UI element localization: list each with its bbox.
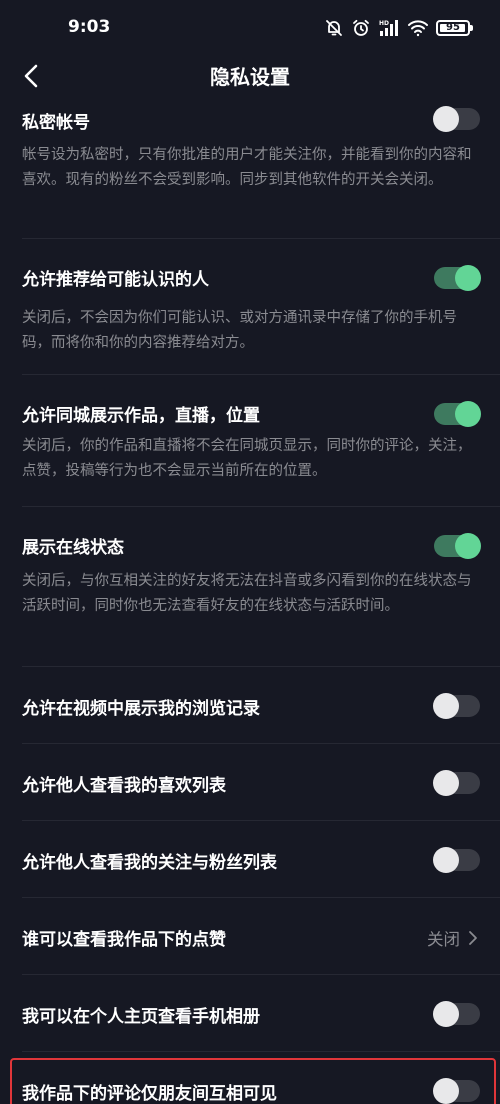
- setting-phone-album[interactable]: 我可以在个人主页查看手机相册: [0, 975, 500, 1052]
- chevron-right-icon: [469, 931, 477, 945]
- recommend-to-known-toggle[interactable]: [434, 265, 481, 291]
- private-account-toggle[interactable]: [433, 106, 480, 132]
- setting-title: 允许同城展示作品，直播，位置: [22, 406, 260, 426]
- setting-title: 允许推荐给可能认识的人: [22, 270, 209, 290]
- likes-list-toggle[interactable]: [433, 770, 480, 796]
- setting-title: 私密帐号: [22, 113, 90, 133]
- setting-title: 允许他人查看我的关注与粉丝列表: [22, 853, 277, 873]
- who-can-see-likes-value[interactable]: 关闭: [427, 926, 478, 950]
- setting-follow-list[interactable]: 允许他人查看我的关注与粉丝列表: [0, 821, 500, 898]
- same-city-toggle[interactable]: [434, 401, 481, 427]
- setting-title: 我可以在个人主页查看手机相册: [22, 1007, 260, 1027]
- status-icons: HD 95: [324, 17, 473, 39]
- browse-history-toggle[interactable]: [433, 693, 480, 719]
- nav-bar: 隐私设置: [0, 56, 500, 96]
- status-time: 9:03: [68, 17, 111, 37]
- setting-browse-history[interactable]: 允许在视频中展示我的浏览记录: [0, 667, 500, 744]
- setting-likes-list[interactable]: 允许他人查看我的喜欢列表: [0, 744, 500, 821]
- setting-online-status: 展示在线状态 关闭后，与你互相关注的好友将无法在抖音或多闪看到你的在线状态与活跃…: [0, 507, 500, 667]
- settings-list: 私密帐号 帐号设为私密时，只有你批准的用户才能关注你，并能看到你的内容和喜欢。现…: [0, 96, 500, 1104]
- phone-album-toggle[interactable]: [433, 1001, 480, 1027]
- cellular-signal-icon: HD: [378, 18, 400, 38]
- setting-description: 关闭后，不会因为你们可能认识、或对方通讯录中存储了你的手机号码，而将你和你的内容…: [22, 310, 457, 351]
- toggle-knob: [433, 847, 459, 873]
- battery-icon: 95: [436, 20, 473, 36]
- setting-description: 关闭后，你的作品和直播将不会在同城页显示，同时你的评论，关注，点赞，投稿等行为也…: [22, 438, 472, 479]
- page-title: 隐私设置: [210, 65, 290, 89]
- setting-title: 展示在线状态: [22, 538, 124, 558]
- setting-recommend-to-known: 允许推荐给可能认识的人 关闭后，不会因为你们可能认识、或对方通讯录中存储了你的手…: [0, 239, 500, 375]
- setting-title: 允许他人查看我的喜欢列表: [22, 776, 226, 796]
- toggle-knob: [455, 401, 481, 427]
- online-status-toggle[interactable]: [434, 533, 481, 559]
- setting-title: 谁可以查看我作品下的点赞: [22, 930, 226, 950]
- comments-friends-only-toggle[interactable]: [433, 1078, 480, 1104]
- status-bar: 9:03 HD 95: [0, 0, 500, 56]
- toggle-knob: [433, 106, 459, 132]
- toggle-knob: [433, 693, 459, 719]
- setting-who-can-see-likes[interactable]: 谁可以查看我作品下的点赞 关闭: [0, 898, 500, 975]
- wifi-icon: [407, 18, 429, 38]
- toggle-knob: [433, 1078, 459, 1104]
- setting-description: 帐号设为私密时，只有你批准的用户才能关注你，并能看到你的内容和喜欢。现有的粉丝不…: [22, 147, 472, 188]
- setting-private-account: 私密帐号 帐号设为私密时，只有你批准的用户才能关注你，并能看到你的内容和喜欢。现…: [0, 96, 500, 239]
- setting-description: 关闭后，与你互相关注的好友将无法在抖音或多闪看到你的在线状态与活跃时间，同时你也…: [22, 573, 472, 614]
- battery-percent: 95: [446, 22, 460, 33]
- bell-muted-icon: [324, 18, 344, 38]
- follow-list-toggle[interactable]: [433, 847, 480, 873]
- toggle-knob: [455, 533, 481, 559]
- setting-comments-friends-only[interactable]: 我作品下的评论仅朋友间互相可见: [0, 1052, 500, 1104]
- setting-title: 我作品下的评论仅朋友间互相可见: [22, 1084, 277, 1104]
- svg-text:HD: HD: [379, 20, 389, 27]
- toggle-knob: [433, 770, 459, 796]
- setting-title: 允许在视频中展示我的浏览记录: [22, 699, 260, 719]
- alarm-icon: [351, 18, 371, 38]
- toggle-knob: [455, 265, 481, 291]
- setting-value: 关闭: [427, 930, 460, 949]
- toggle-knob: [433, 1001, 459, 1027]
- setting-same-city: 允许同城展示作品，直播，位置 关闭后，你的作品和直播将不会在同城页显示，同时你的…: [0, 375, 500, 507]
